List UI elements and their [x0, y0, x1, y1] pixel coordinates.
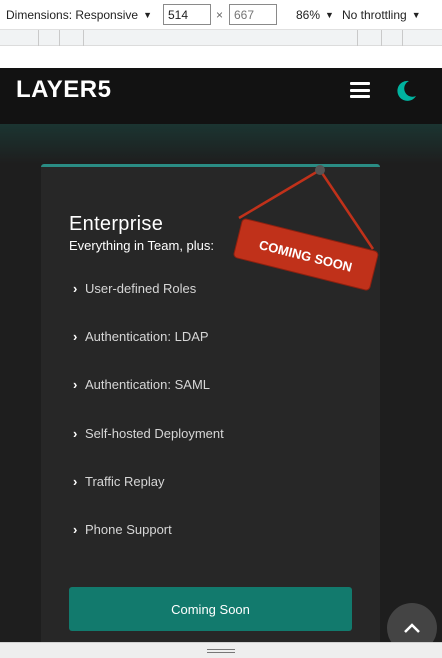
- chevron-right-icon: ›: [73, 521, 78, 537]
- feature-label: Traffic Replay: [85, 473, 165, 489]
- throttling-label: No throttling: [342, 8, 407, 22]
- media-query-ruler: [0, 30, 442, 46]
- feature-label: Authentication: LDAP: [85, 329, 209, 345]
- viewport-gap: [0, 47, 442, 68]
- zoom-caret-icon: ▼: [325, 10, 334, 20]
- plan-title: Enterprise: [69, 213, 164, 235]
- feature-item: › User-defined Roles: [73, 281, 224, 329]
- moon-icon[interactable]: [394, 79, 418, 103]
- chevron-up-icon: [404, 623, 420, 633]
- hamburger-icon[interactable]: [350, 80, 372, 100]
- plan-subtitle: Everything in Team, plus:: [69, 238, 214, 253]
- chevron-right-icon: ›: [73, 377, 78, 393]
- dimensions-dropdown[interactable]: Dimensions: Responsive ▼: [6, 0, 152, 30]
- feature-item: › Self-hosted Deployment: [73, 426, 224, 474]
- scroll-to-top-button[interactable]: [387, 603, 437, 642]
- chevron-right-icon: ›: [73, 329, 78, 345]
- feature-item: › Authentication: LDAP: [73, 329, 224, 377]
- zoom-dropdown[interactable]: 86% ▼: [296, 0, 334, 30]
- enterprise-plan-card: Enterprise Everything in Team, plus: › Us…: [41, 164, 380, 642]
- chevron-right-icon: ›: [73, 473, 78, 489]
- chevron-right-icon: ›: [73, 425, 78, 441]
- navbar: LAYER5: [0, 68, 442, 124]
- site-viewport: LAYER5 Enterprise Everything in Team, pl…: [0, 68, 442, 642]
- resize-handle[interactable]: [0, 642, 442, 658]
- height-input[interactable]: [229, 4, 277, 25]
- feature-label: Authentication: SAML: [85, 377, 211, 393]
- feature-item: › Authentication: SAML: [73, 377, 224, 425]
- width-input[interactable]: [163, 4, 211, 25]
- feature-label: Self-hosted Deployment: [85, 425, 224, 441]
- feature-label: Phone Support: [85, 521, 172, 537]
- logo-text: LAYER5: [16, 76, 111, 103]
- feature-label: User-defined Roles: [85, 281, 197, 296]
- nav-glow: [0, 124, 442, 164]
- layer5-logo[interactable]: LAYER5: [16, 76, 136, 104]
- feature-list: › User-defined Roles › Authentication: LDA…: [73, 281, 224, 570]
- zoom-label: 86%: [296, 8, 321, 22]
- chevron-right-icon: ›: [73, 281, 78, 296]
- feature-item: › Phone Support: [73, 522, 224, 570]
- coming-soon-button[interactable]: Coming Soon: [69, 587, 352, 631]
- times-symbol: ×: [216, 8, 224, 22]
- devtools-toolbar: Dimensions: Responsive ▼ × 86% ▼ No thro…: [0, 0, 442, 30]
- feature-item: › Traffic Replay: [73, 474, 224, 522]
- dimensions-caret-icon: ▼: [143, 10, 152, 20]
- dimensions-label: Dimensions: Responsive: [6, 8, 139, 22]
- throttling-caret-icon: ▼: [411, 10, 421, 20]
- throttling-dropdown[interactable]: No throttling ▼: [342, 0, 421, 30]
